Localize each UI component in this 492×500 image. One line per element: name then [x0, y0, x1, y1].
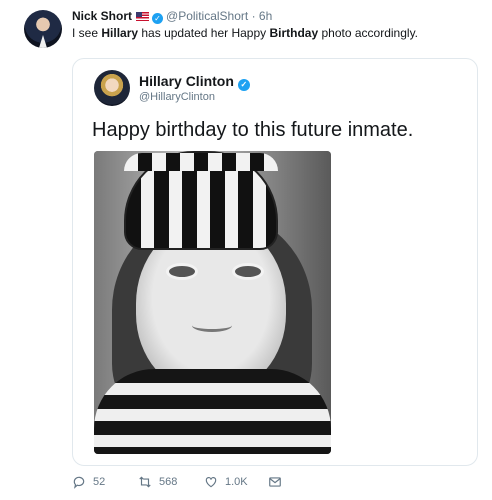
tweet-text-part: has updated her Happy: [138, 26, 270, 40]
author-name[interactable]: Nick Short: [72, 9, 132, 23]
quoted-tweet-card[interactable]: Hillary Clinton ✓ @HillaryClinton Happy b…: [72, 58, 478, 466]
photo-right-eye: [232, 263, 264, 280]
tweet-text: I see Hillary has updated her Happy Birt…: [72, 26, 418, 40]
reply-count: 52: [93, 476, 106, 488]
photo-left-eye: [166, 263, 198, 280]
message-icon: [269, 477, 281, 487]
tweet-actions: 52 568 1.0K: [72, 470, 482, 494]
photo-mouth: [192, 319, 232, 332]
photo-striped-hat: [124, 151, 278, 250]
like-button[interactable]: 1.0K: [204, 475, 248, 489]
retweet-button[interactable]: 568: [138, 475, 177, 489]
retweet-count: 568: [159, 476, 178, 488]
like-icon: [205, 477, 217, 488]
quoted-tweet-photo[interactable]: [94, 151, 331, 454]
tweet-text-bold-hillary: Hillary: [101, 26, 139, 40]
photo-striped-shirt: [94, 369, 331, 454]
author-handle[interactable]: @PoliticalShort: [166, 9, 248, 23]
quoted-tweet-text: Happy birthday to this future inmate.: [92, 119, 414, 141]
direct-message-button[interactable]: [268, 475, 282, 489]
verified-icon: ✓: [237, 79, 250, 91]
tweet-text-part: I see: [72, 26, 102, 40]
quoted-author-avatar: [94, 70, 130, 106]
reply-icon: [73, 476, 85, 489]
verified-icon: ✓: [152, 13, 164, 24]
quoted-author-name-row: Hillary Clinton ✓: [139, 73, 253, 91]
tweet-text-part: photo accordingly.: [318, 26, 419, 40]
reply-button[interactable]: 52: [72, 475, 105, 489]
tweet-time[interactable]: 6h: [259, 9, 272, 23]
tweet-header: Nick Short ✓ @PoliticalShort · 6h: [72, 9, 272, 24]
retweet-icon: [139, 476, 151, 488]
separator-dot: ·: [248, 9, 259, 23]
author-avatar[interactable]: [24, 10, 62, 48]
tweet-text-bold-birthday: Birthday: [269, 26, 319, 40]
quoted-author-name: Hillary Clinton: [139, 73, 234, 89]
quoted-author-handle: @HillaryClinton: [139, 91, 215, 103]
flag-us-icon: [136, 12, 150, 21]
like-count: 1.0K: [225, 476, 248, 488]
